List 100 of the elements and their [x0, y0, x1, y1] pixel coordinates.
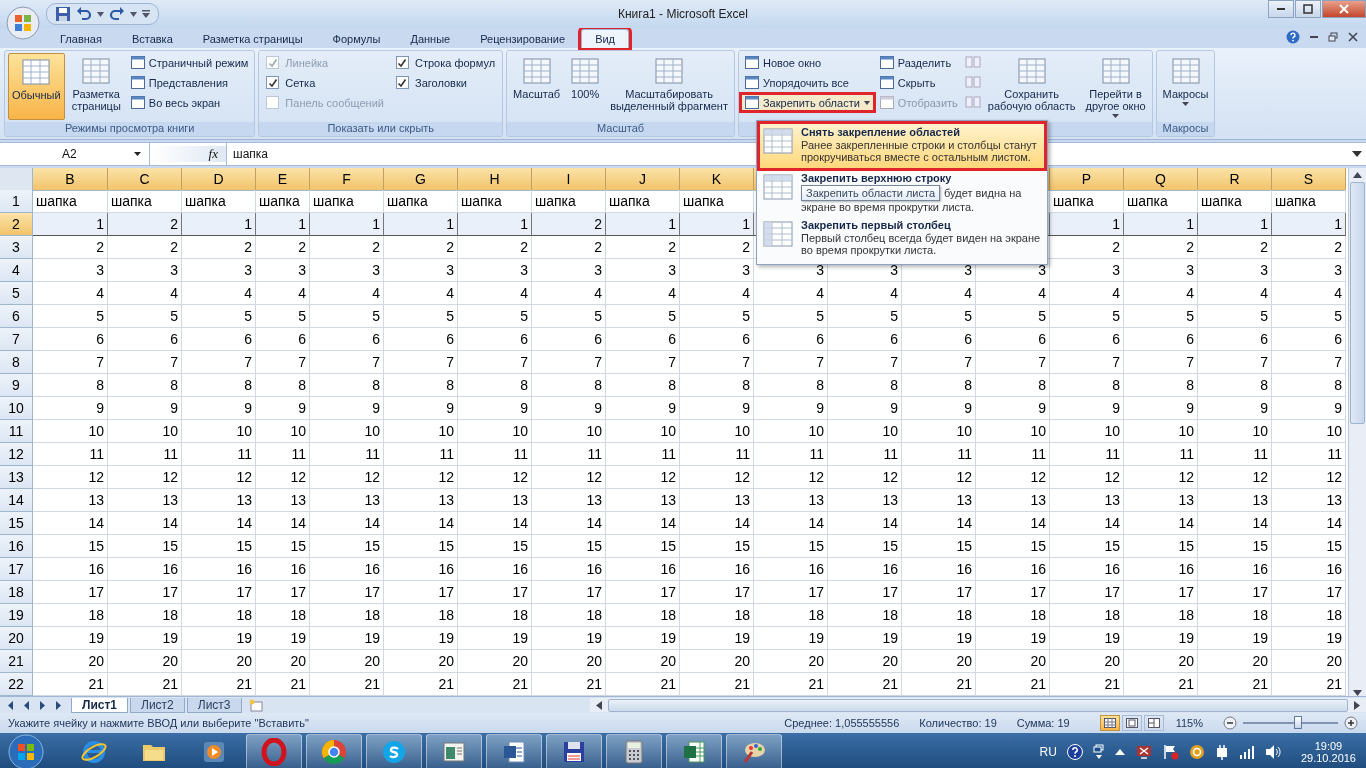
ribbon-button[interactable]: Упорядочить все: [741, 75, 873, 90]
row-header[interactable]: 13: [0, 466, 33, 489]
column-header[interactable]: B: [33, 168, 108, 191]
column-header[interactable]: S: [1272, 168, 1346, 191]
row-header[interactable]: 2: [0, 213, 33, 236]
sheet-tab[interactable]: Лист3: [186, 697, 242, 713]
row-header[interactable]: 18: [0, 581, 33, 604]
taskbar-button[interactable]: [366, 734, 422, 768]
row-header[interactable]: 15: [0, 512, 33, 535]
ribbon-button[interactable]: Во весь экран: [127, 95, 252, 110]
ribbon-button[interactable]: Разделить: [876, 55, 961, 70]
ribbon-tab[interactable]: Вид: [581, 29, 630, 48]
view-button[interactable]: [1143, 715, 1164, 731]
expand-icon[interactable]: [1352, 151, 1362, 157]
column-header[interactable]: I: [532, 168, 606, 191]
ribbon-button[interactable]: Масштабировать выделенный фрагмент: [607, 53, 731, 120]
ribbon-tab[interactable]: Вставка: [117, 29, 187, 48]
row-header[interactable]: 22: [0, 673, 33, 696]
horizontal-scrollbar[interactable]: [589, 698, 1366, 712]
minimize-button[interactable]: [1268, 0, 1294, 18]
row-header[interactable]: 12: [0, 443, 33, 466]
maximize-button[interactable]: [1295, 0, 1321, 18]
ribbon-tab[interactable]: Рецензирование: [466, 29, 580, 48]
monitor-error-icon[interactable]: [1134, 744, 1153, 760]
row-header[interactable]: 11: [0, 420, 33, 443]
app-menu-button[interactable]: [4, 4, 42, 42]
row-header[interactable]: 10: [0, 397, 33, 420]
show-hidden-icon[interactable]: [1114, 749, 1125, 755]
ribbon-button[interactable]: Скрыть: [876, 75, 961, 90]
checkbox[interactable]: Заголовки: [392, 75, 500, 90]
close-button[interactable]: [1322, 0, 1366, 18]
row-header[interactable]: 9: [0, 374, 33, 397]
clock[interactable]: 19:09 29.10.2016: [1300, 740, 1356, 764]
row-header[interactable]: 14: [0, 489, 33, 512]
row-header[interactable]: 20: [0, 627, 33, 650]
windows-icon[interactable]: [1092, 744, 1105, 760]
flag-icon[interactable]: [1162, 744, 1179, 760]
column-header[interactable]: D: [182, 168, 256, 191]
column-header[interactable]: Q: [1124, 168, 1198, 191]
column-header[interactable]: P: [1050, 168, 1124, 191]
row-header[interactable]: 5: [0, 282, 33, 305]
column-header[interactable]: G: [384, 168, 458, 191]
power-plug-icon[interactable]: [1214, 744, 1229, 760]
taskbar-button[interactable]: [306, 734, 362, 768]
ribbon-tab[interactable]: Данные: [396, 29, 465, 48]
customize-icon[interactable]: [142, 10, 150, 18]
taskbar-button[interactable]: [606, 734, 662, 768]
row-header[interactable]: 16: [0, 535, 33, 558]
row-header[interactable]: 3: [0, 236, 33, 259]
row-header[interactable]: 8: [0, 351, 33, 374]
taskbar-button[interactable]: [546, 734, 602, 768]
view-button[interactable]: [1121, 715, 1142, 731]
language-indicator[interactable]: RU: [1039, 745, 1057, 759]
zoom-slider-thumb[interactable]: [1294, 716, 1303, 729]
vertical-scrollbar[interactable]: [1348, 168, 1366, 696]
column-header[interactable]: C: [108, 168, 182, 191]
ribbon-tab[interactable]: Формулы: [318, 29, 395, 48]
ribbon-button[interactable]: Разметка страницы: [68, 53, 124, 120]
circle-icon[interactable]: [1188, 744, 1205, 760]
column-header[interactable]: H: [458, 168, 532, 191]
menu-item[interactable]: Снять закрепление областей Ранее закрепленные строки и столбцы станут прокручиваться вместе с остальным листом.: [759, 123, 1045, 169]
column-header[interactable]: E: [256, 168, 310, 191]
ribbon-tab[interactable]: Главная: [46, 29, 116, 48]
caret-icon[interactable]: [97, 11, 104, 17]
ribbon-button[interactable]: Масштаб: [510, 53, 564, 120]
row-header[interactable]: 4: [0, 259, 33, 282]
row-header[interactable]: 17: [0, 558, 33, 581]
ribbon-button[interactable]: Представления: [127, 75, 252, 90]
help-icon[interactable]: [1066, 744, 1083, 760]
taskbar-button[interactable]: [726, 734, 782, 768]
row-header[interactable]: 19: [0, 604, 33, 627]
checkbox[interactable]: Строка формул: [392, 55, 500, 70]
row-header[interactable]: 6: [0, 305, 33, 328]
view-button[interactable]: [1099, 715, 1120, 731]
sheet-tab[interactable]: Лист1: [71, 697, 129, 713]
row-header[interactable]: 21: [0, 650, 33, 673]
ribbon-button[interactable]: Страничный режим: [127, 55, 252, 70]
restore-icon[interactable]: [1328, 32, 1338, 42]
column-header[interactable]: J: [606, 168, 680, 191]
column-header[interactable]: F: [310, 168, 384, 191]
sheet-tab[interactable]: Лист2: [130, 697, 185, 713]
menu-item[interactable]: Закрепить первый столбец Первый столбец всегда будет виден на экране во время прокрутки листа.: [759, 216, 1045, 262]
taskbar-button[interactable]: [486, 734, 542, 768]
save-icon[interactable]: [55, 6, 71, 22]
zoom-in-icon[interactable]: [1344, 716, 1358, 730]
ribbon-button[interactable]: 100%: [567, 53, 604, 120]
column-header[interactable]: K: [680, 168, 754, 191]
undo-icon[interactable]: [76, 6, 92, 22]
speaker-icon[interactable]: [1264, 744, 1283, 760]
menu-item[interactable]: Закрепить верхнюю строку Закрепить области листа будет видна на экране во время прокрутки листа.: [759, 169, 1045, 216]
caret-icon[interactable]: [130, 11, 137, 17]
ribbon-button[interactable]: Перейти в другое окно: [1082, 53, 1149, 120]
taskbar-button[interactable]: [666, 734, 722, 768]
help-icon[interactable]: [1286, 30, 1300, 44]
signal-icon[interactable]: [1238, 745, 1255, 759]
checkbox[interactable]: Сетка: [262, 75, 388, 90]
row-header[interactable]: 7: [0, 328, 33, 351]
ribbon-tab[interactable]: Разметка страницы: [188, 29, 317, 48]
redo-icon[interactable]: [109, 6, 125, 22]
ribbon-button[interactable]: Макросы: [1159, 53, 1212, 120]
